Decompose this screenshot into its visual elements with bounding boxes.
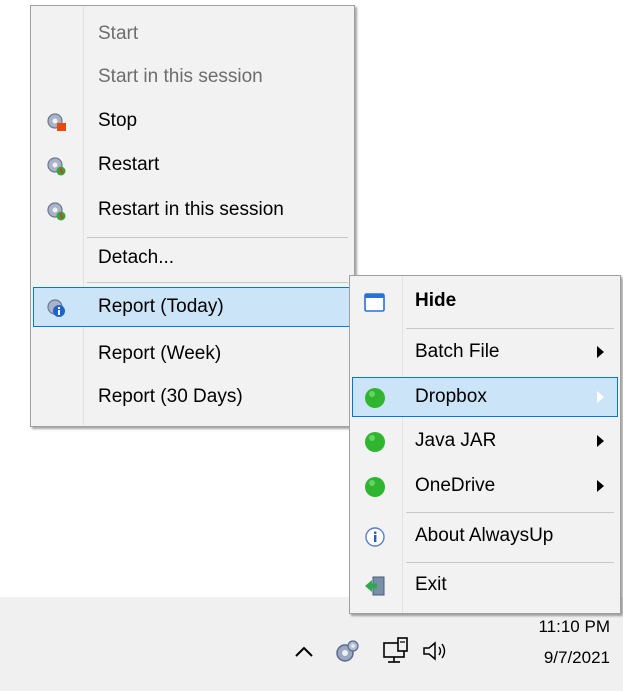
menu-item-label: Hide [415,290,457,311]
menu-item-start: Start [33,14,352,54]
status-green-icon [365,432,385,452]
menu-separator [87,282,348,283]
network-icon[interactable] [381,635,413,667]
gear-stop-icon [47,113,66,131]
volume-icon[interactable] [421,638,451,664]
menu-item-label: Dropbox [415,386,487,407]
menu-item-report-today[interactable]: Report (Today) [33,287,352,327]
menu-item-batch-file[interactable]: Batch File [352,332,618,372]
submenu-arrow-icon [597,435,604,447]
exit-icon [365,576,385,596]
gear-restart-icon [47,157,66,176]
menu-item-dropbox[interactable]: Dropbox [352,377,618,417]
gear-restart-session-icon [47,202,66,221]
menu-separator [406,562,614,563]
menu-item-label: Stop [98,110,138,131]
chevron-up-icon[interactable] [293,644,315,660]
menu-item-report-week[interactable]: Report (Week) [33,334,352,374]
menu-item-label: Start [98,23,139,44]
gear-info-icon [47,299,65,317]
menu-item-detach[interactable]: Detach... [33,238,352,278]
submenu-arrow-icon [597,391,604,403]
menu-item-hide[interactable]: Hide [352,281,618,321]
submenu-arrow-icon [597,480,604,492]
menu-item-stop[interactable]: Stop [33,101,352,141]
tray-menu: Hide Batch File Dropbox Java JAR OneDriv… [349,275,621,614]
menu-item-onedrive[interactable]: OneDrive [352,466,618,506]
window-icon [364,293,385,312]
menu-item-label: Report (30 Days) [98,386,243,407]
menu-item-java-jar[interactable]: Java JAR [352,421,618,461]
menu-item-label: Restart in this session [98,199,284,220]
menu-separator [406,512,614,513]
menu-item-label: Batch File [415,341,500,362]
menu-item-start-in-session: Start in this session [33,57,352,97]
menu-item-about-alwaysup[interactable]: About AlwaysUp [352,516,618,556]
menu-item-label: Report (Week) [98,343,222,364]
alwaysup-gear-icon[interactable] [333,637,361,665]
menu-item-label: Detach... [98,247,175,268]
menu-item-exit[interactable]: Exit [352,565,618,605]
context-menu: Start Start in this session Stop Restart… [30,5,355,427]
menu-item-restart-in-session[interactable]: Restart in this session [33,190,352,230]
clock-date[interactable]: 9/7/2021 [500,648,610,668]
menu-item-restart[interactable]: Restart [33,145,352,185]
clock-time[interactable]: 11:10 PM [500,617,610,637]
menu-item-label: About AlwaysUp [415,525,554,546]
menu-item-label: Start in this session [98,66,263,87]
status-green-icon [365,388,385,408]
info-icon [365,527,385,547]
menu-item-label: Report (Today) [98,296,224,317]
status-green-icon [365,477,385,497]
menu-item-label: Restart [98,154,160,175]
menu-separator [406,328,614,329]
menu-item-report-30-days[interactable]: Report (30 Days) [33,377,352,417]
submenu-arrow-icon [597,346,604,358]
menu-item-label: Java JAR [415,430,497,451]
menu-item-label: OneDrive [415,475,496,496]
menu-item-label: Exit [415,574,447,595]
